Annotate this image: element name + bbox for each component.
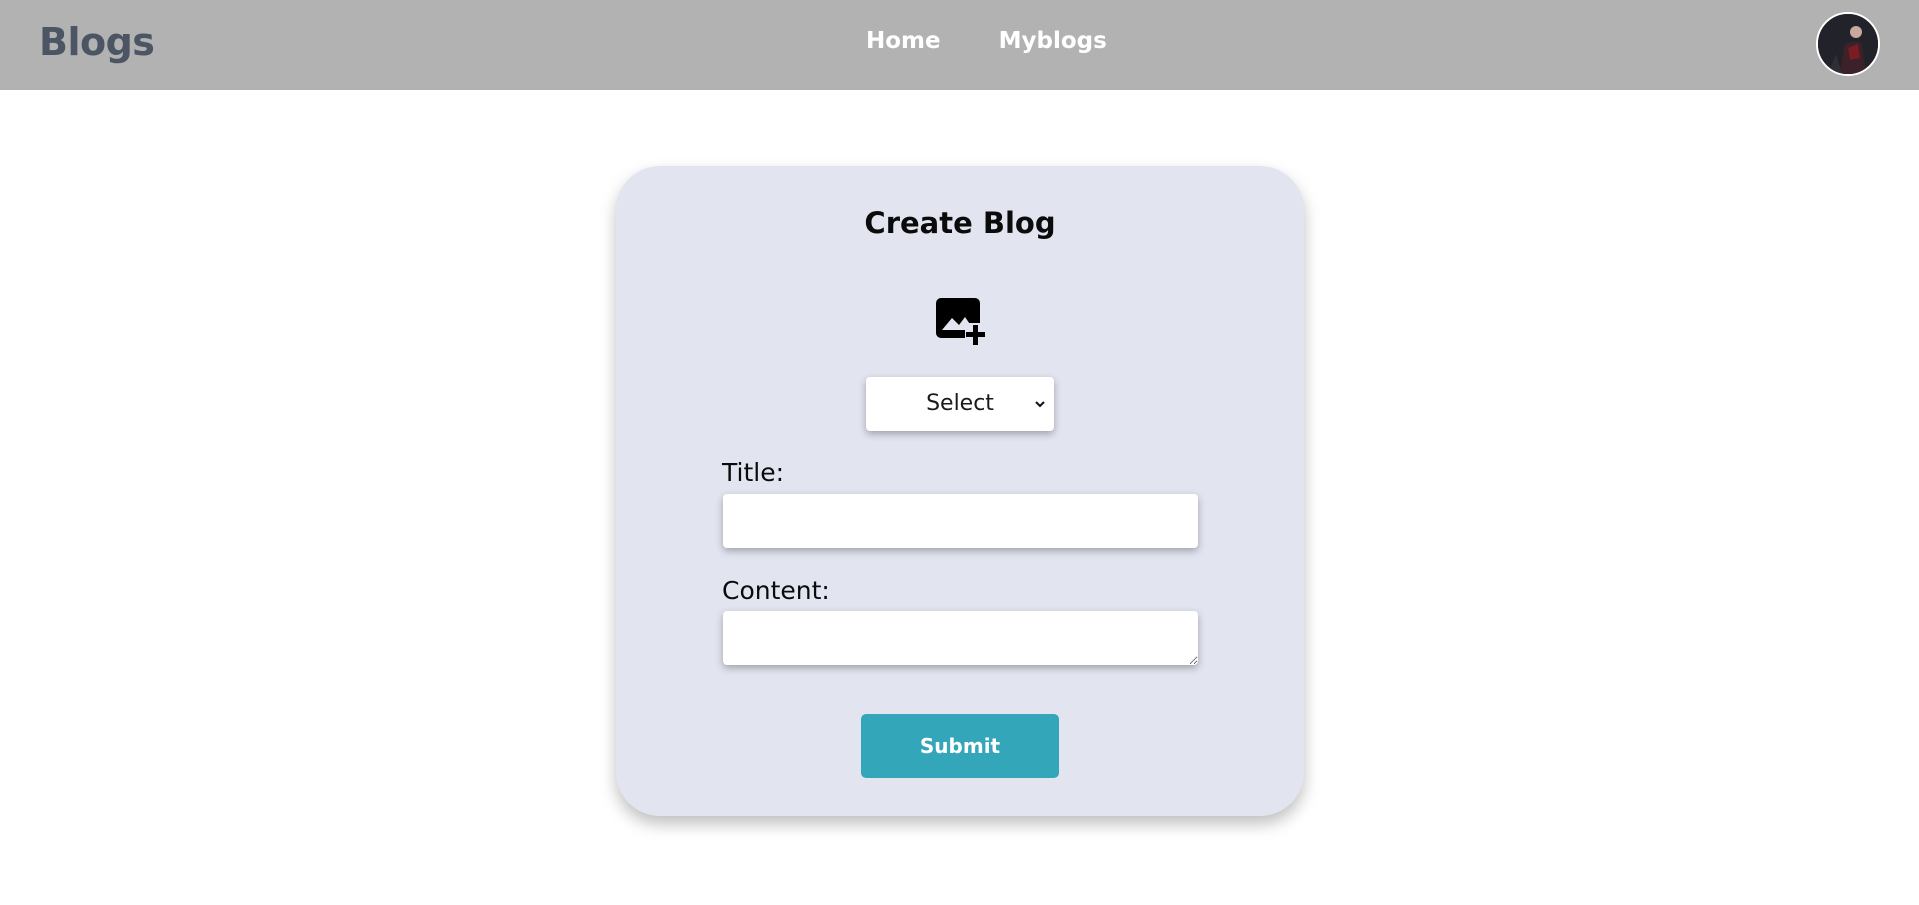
avatar-image (1818, 14, 1878, 74)
add-photo-icon[interactable] (934, 294, 988, 348)
content-textarea[interactable] (723, 611, 1198, 665)
content-label: Content: (722, 576, 830, 605)
brand-logo[interactable]: Blogs (39, 20, 155, 64)
nav-link-home[interactable]: Home (866, 28, 941, 54)
user-avatar[interactable] (1816, 12, 1880, 76)
category-select[interactable]: Select (866, 377, 1054, 431)
title-label: Title: (722, 458, 784, 487)
top-navbar: Blogs Home Myblogs (0, 0, 1919, 90)
create-blog-card: Create Blog Select Title: Content: Submi… (616, 166, 1304, 816)
category-select-value: Select (926, 391, 994, 416)
nav-links: Home Myblogs (866, 28, 1107, 54)
submit-button[interactable]: Submit (861, 714, 1059, 778)
title-input[interactable] (723, 494, 1198, 548)
nav-link-myblogs[interactable]: Myblogs (999, 28, 1107, 54)
chevron-down-icon (1035, 401, 1045, 408)
card-title: Create Blog (864, 206, 1056, 240)
